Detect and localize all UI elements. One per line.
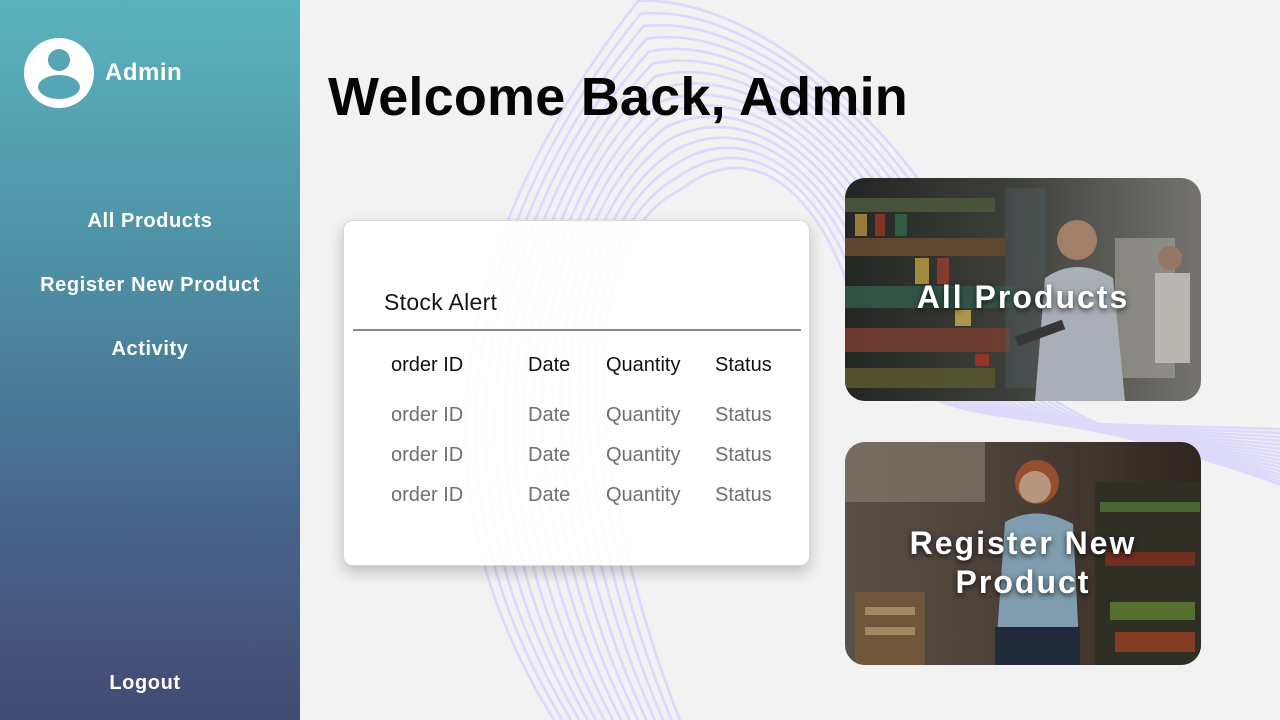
sidebar-item-activity[interactable]: Activity	[0, 332, 300, 366]
table-cell: Status	[715, 404, 772, 426]
user-profile[interactable]: Admin	[24, 38, 182, 108]
table-cell: Status	[715, 484, 772, 506]
table-cell: order ID	[391, 404, 464, 426]
app-root: Admin All Products Register New Product …	[0, 0, 1280, 720]
table-cell: Date	[528, 484, 571, 506]
table-cell: order ID	[391, 484, 464, 506]
logout-button[interactable]: Logout	[0, 672, 290, 695]
register-new-product-tile[interactable]: Register New Product	[845, 442, 1201, 665]
sidebar: Admin All Products Register New Product …	[0, 0, 300, 720]
table-cell: Date	[528, 444, 571, 466]
column-header-date: Date	[528, 354, 571, 376]
sidebar-nav: All Products Register New Product Activi…	[0, 204, 300, 396]
user-icon	[38, 49, 80, 99]
column-header-status: Status	[715, 354, 772, 376]
stock-alert-card: Stock Alert order ID Date Quantity Statu…	[343, 220, 810, 566]
table-cell: Status	[715, 444, 772, 466]
main-content: Welcome Back, Admin Stock Alert order ID…	[300, 0, 1280, 720]
sidebar-item-all-products[interactable]: All Products	[0, 204, 300, 238]
tile-label: Register New Product	[909, 525, 1137, 600]
sidebar-item-register-new-product[interactable]: Register New Product	[0, 268, 300, 302]
all-products-tile[interactable]: All Products	[845, 178, 1201, 401]
page-title: Welcome Back, Admin	[328, 67, 908, 128]
avatar[interactable]	[24, 38, 94, 108]
table-cell: Quantity	[606, 404, 681, 426]
profile-name: Admin	[105, 59, 183, 86]
table-cell: Date	[528, 404, 571, 426]
table-cell: order ID	[391, 444, 464, 466]
column-header-order-id: order ID	[391, 354, 464, 376]
stock-alert-table: order ID Date Quantity Status order ID D…	[344, 221, 809, 565]
tile-label: All Products	[916, 279, 1130, 315]
column-header-quantity: Quantity	[606, 354, 681, 376]
table-cell: Quantity	[606, 444, 681, 466]
table-cell: Quantity	[606, 484, 681, 506]
